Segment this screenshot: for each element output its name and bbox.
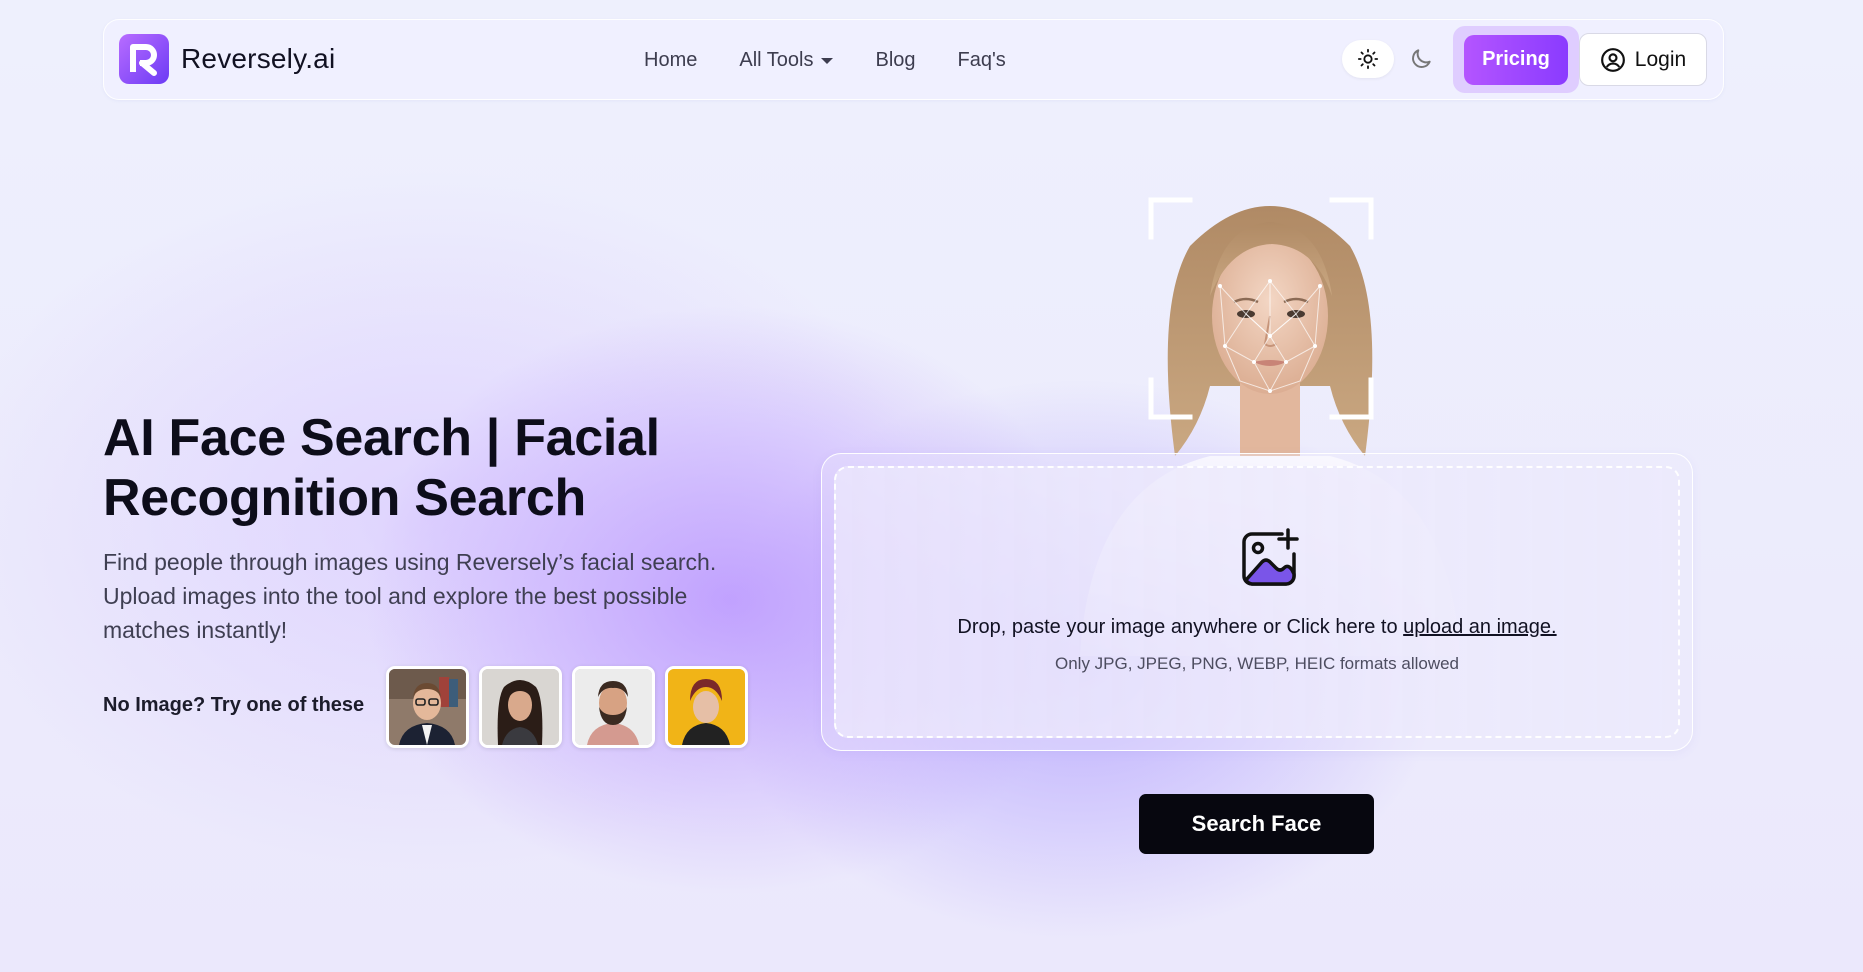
nav-all-tools-label: All Tools	[739, 49, 814, 71]
light-mode-toggle[interactable]	[1342, 40, 1394, 78]
hero-description: Find people through images using Reverse…	[103, 549, 717, 643]
nav-all-tools[interactable]: All Tools	[739, 49, 834, 72]
reversely-logo-icon	[119, 34, 169, 84]
upload-prompt-text: Drop, paste your image anywhere or Click…	[957, 616, 1404, 638]
main-nav: Home All Tools Blog Faq's	[644, 20, 1048, 101]
navbar: Reversely.ai Home All Tools Blog Faq's P…	[103, 19, 1724, 100]
moon-icon	[1412, 49, 1431, 68]
image-add-icon	[1242, 528, 1299, 586]
upload-formats-note: Only JPG, JPEG, PNG, WEBP, HEIC formats …	[1054, 654, 1460, 673]
pricing-button[interactable]: Pricing	[1464, 34, 1568, 85]
title-line-2: Recognition Search	[103, 469, 586, 527]
pricing-highlight: Pricing	[1453, 26, 1579, 93]
dark-mode-toggle[interactable]	[1404, 42, 1438, 76]
login-label: Login	[1634, 47, 1687, 71]
upload-dropzone[interactable]: Drop, paste your image anywhere or Click…	[834, 466, 1680, 738]
login-button[interactable]: Login	[1579, 33, 1707, 86]
sample-image-woman-yellow-background[interactable]	[665, 666, 748, 748]
brand-logo[interactable]: Reversely.ai	[119, 34, 335, 84]
sample-images	[386, 666, 758, 748]
sample-image-woman-dark-hair[interactable]	[479, 666, 562, 748]
upload-link[interactable]: upload an image.	[1403, 616, 1556, 638]
user-circle-icon	[1600, 47, 1625, 72]
sample-image-bearded-man[interactable]	[572, 666, 655, 748]
nav-blog[interactable]: Blog	[875, 49, 915, 72]
title-line-1: AI Face Search | Facial	[103, 409, 660, 467]
nav-faqs[interactable]: Faq's	[958, 49, 1006, 72]
sample-images-label: No Image? Try one of these	[103, 694, 365, 716]
page-title: AI Face Search | Facial Recognition Sear…	[103, 408, 803, 528]
scan-frame-corners	[1148, 197, 1374, 420]
sample-image-man-with-glasses[interactable]	[386, 666, 469, 748]
upload-prompt: Drop, paste your image anywhere or Click…	[836, 616, 1678, 639]
nav-home[interactable]: Home	[644, 49, 697, 72]
sun-icon	[1357, 48, 1379, 70]
brand-name: Reversely.ai	[181, 43, 336, 74]
chevron-down-icon	[821, 57, 834, 64]
search-face-button[interactable]: Search Face	[1139, 794, 1374, 854]
upload-panel: Drop, paste your image anywhere or Click…	[821, 453, 1693, 751]
